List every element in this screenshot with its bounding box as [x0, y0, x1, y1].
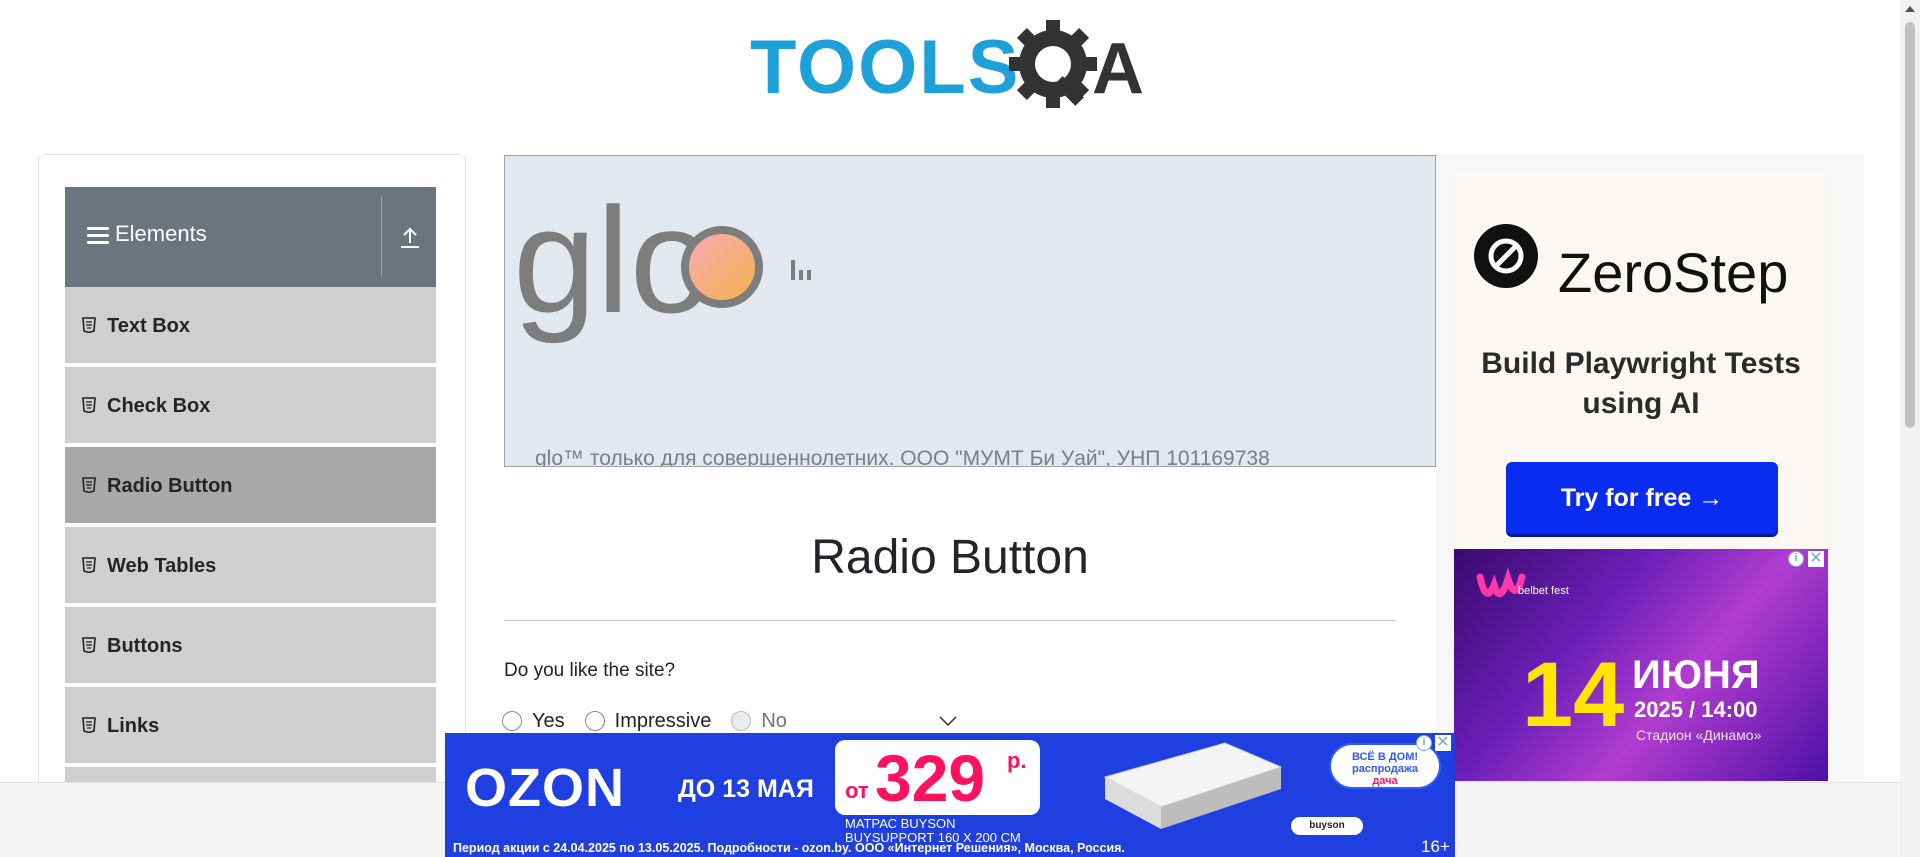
radio-group: Yes Impressive No	[502, 708, 807, 734]
radio-yes-input[interactable]	[502, 711, 522, 731]
ozon-until: ДО 13 МАЯ	[678, 775, 814, 803]
sidebar-item-web-tables[interactable]: Web Tables	[65, 527, 436, 605]
try-for-free-button[interactable]: Try for free →	[1506, 462, 1778, 534]
belbet-venue: Стадион «Динамо»	[1636, 727, 1762, 743]
ozon-disclaimer: Период акции с 24.04.2025 по 13.05.2025.…	[453, 841, 1125, 855]
html5-icon	[82, 637, 96, 654]
sidebar-item-label: Text Box	[107, 315, 190, 337]
sidebar-item-links[interactable]: Links	[65, 687, 436, 765]
ozon-promo-line3: дача	[1372, 775, 1398, 787]
right-ad-column: ZeroStep Build Playwright Tests using AI…	[1436, 154, 1864, 784]
sidebar-item-label: Check Box	[107, 395, 211, 417]
scroll-up-icon[interactable]	[1905, 6, 1915, 12]
radio-option-no: No	[731, 710, 787, 733]
glo-disclaimer: glo™ только для совершеннолетних. ООО "М…	[535, 447, 1270, 467]
title-divider	[504, 620, 1396, 621]
toolsqa-logo[interactable]: TOOLS A	[750, 18, 1160, 114]
ad-info-icon[interactable]: i	[1416, 735, 1432, 751]
radio-option-label: Yes	[532, 709, 565, 732]
belbet-fest-ad[interactable]: belbet fest 14 ИЮНЯ 2025 / 14:00 Стадион…	[1454, 549, 1828, 781]
radio-option-label: Impressive	[614, 709, 712, 732]
belbet-brand-text: belbet fest	[1518, 585, 1569, 597]
belbet-time: 2025 / 14:00	[1634, 697, 1758, 722]
elements-group-header[interactable]: Elements	[65, 187, 436, 287]
radio-option-yes[interactable]: Yes	[502, 710, 565, 733]
ozon-price-from: от	[845, 778, 869, 803]
radio-no-input	[731, 711, 752, 731]
sidebar-item-text-box[interactable]: Text Box	[65, 287, 436, 365]
html5-icon	[82, 477, 96, 494]
ozon-ad[interactable]: OZON ДО 13 МАЯ от 329 р. МАТРАС BUYSON B…	[445, 733, 1455, 857]
mattress-image	[1103, 742, 1283, 829]
ozon-promo-line2: распродажа	[1351, 763, 1419, 775]
ozon-currency: р.	[1007, 748, 1027, 773]
ozon-logo: OZON	[465, 758, 625, 818]
ad-info-icon[interactable]: i	[1788, 551, 1804, 567]
collapse-up-icon[interactable]	[397, 225, 423, 251]
html5-icon	[82, 397, 96, 414]
sidebar: Elements Text Box Check Box Radio Button…	[38, 154, 466, 857]
sidebar-item-label: Buttons	[107, 635, 183, 657]
html5-icon	[82, 717, 96, 734]
page-title: Radio Button	[811, 531, 1089, 584]
ozon-price: 329	[875, 741, 986, 815]
belbet-month: ИЮНЯ	[1632, 653, 1760, 697]
html5-icon	[82, 317, 96, 334]
ad-close-icon[interactable]: ✕	[1808, 551, 1824, 567]
svg-text:TOOLS: TOOLS	[750, 25, 1020, 110]
html5-icon	[82, 557, 96, 574]
radio-option-impressive[interactable]: Impressive	[584, 709, 712, 733]
sidebar-item-radio-button[interactable]: Radio Button	[65, 447, 436, 525]
sidebar-item-label: Links	[107, 715, 160, 737]
sidebar-item-buttons[interactable]: Buttons	[65, 607, 436, 685]
ozon-age-rating: 16+	[1421, 837, 1450, 856]
ozon-promo-line1: ВСЁ В ДОМ!	[1351, 751, 1419, 763]
radio-impressive-input[interactable]	[584, 711, 605, 731]
ad-close-icon[interactable]: ✕	[1435, 735, 1451, 751]
scroll-thumb[interactable]	[1905, 22, 1915, 428]
header: TOOLS A	[0, 0, 1900, 130]
hamburger-icon	[87, 227, 109, 245]
sidebar-item-check-box[interactable]: Check Box	[65, 367, 436, 445]
radio-option-label: No	[761, 709, 787, 732]
zerostep-tagline: Build Playwright Tests using AI	[1481, 347, 1801, 420]
glo-banner-ad[interactable]: glo glo™ только для совершеннолетних. ОО…	[504, 155, 1436, 467]
chevron-down-icon[interactable]	[938, 714, 958, 728]
vertical-scrollbar[interactable]	[1900, 0, 1920, 857]
belbet-day: 14	[1522, 644, 1625, 746]
buyson-badge: buyson	[1291, 817, 1363, 835]
glo-logo: glo	[513, 176, 811, 344]
sidebar-item-label: Web Tables	[107, 555, 217, 577]
ozon-product-line1: МАТРАС BUYSON	[845, 816, 956, 831]
elements-group-title: Elements	[115, 221, 207, 246]
sidebar-item-label: Radio Button	[107, 475, 233, 497]
zerostep-brand: ZeroStep	[1558, 241, 1789, 304]
ozon-price-card: от 329 р.	[835, 740, 1040, 815]
svg-text:A: A	[1092, 29, 1144, 109]
radio-question: Do you like the site?	[504, 660, 676, 681]
zerostep-logo-icon	[1474, 224, 1538, 288]
header-divider	[381, 197, 382, 277]
page: TOOLS A Elements Text Box Check Box Radi…	[0, 0, 1920, 857]
